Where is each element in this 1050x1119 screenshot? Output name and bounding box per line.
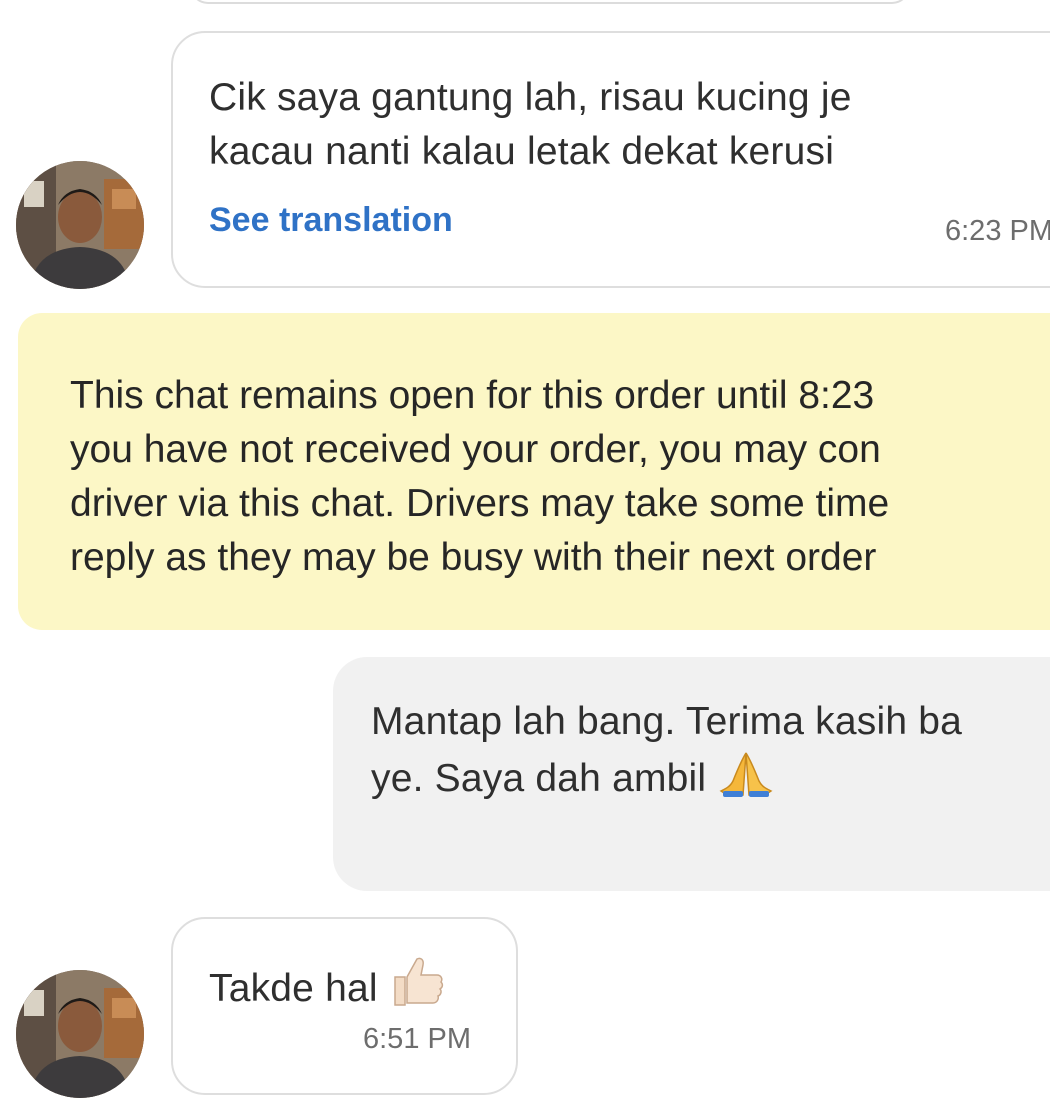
avatar[interactable] (16, 161, 144, 289)
driver-avatar-image (16, 970, 144, 1098)
see-translation-link[interactable]: See translation (209, 201, 453, 240)
chat-screen: Cik saya gantung lah, risau kucing je ka… (0, 0, 1050, 1119)
avatar[interactable] (16, 970, 144, 1098)
folded-hands-icon (717, 749, 775, 812)
incoming-message-bubble[interactable]: Takde hal 6:51 PM (171, 917, 518, 1095)
incoming-message-bubble[interactable]: Cik saya gantung lah, risau kucing je ka… (171, 31, 1050, 288)
message-text: Takde hal (209, 955, 445, 1022)
message-timestamp: 6:23 PM (945, 215, 1050, 247)
message-timestamp: 6:51 PM (363, 1023, 471, 1055)
outgoing-message-bubble[interactable]: Mantap lah bang. Terima kasih ba ye. Say… (333, 657, 1050, 891)
message-text: Cik saya gantung lah, risau kucing je ka… (209, 76, 852, 173)
thumbs-up-icon (389, 955, 445, 1022)
notice-text: This chat remains open for this order un… (70, 374, 890, 579)
message-text: Mantap lah bang. Terima kasih ba ye. Say… (371, 695, 962, 812)
chat-open-notice: This chat remains open for this order un… (18, 313, 1050, 630)
driver-avatar-image (16, 161, 144, 289)
image-message-cropped[interactable] (190, 0, 910, 4)
